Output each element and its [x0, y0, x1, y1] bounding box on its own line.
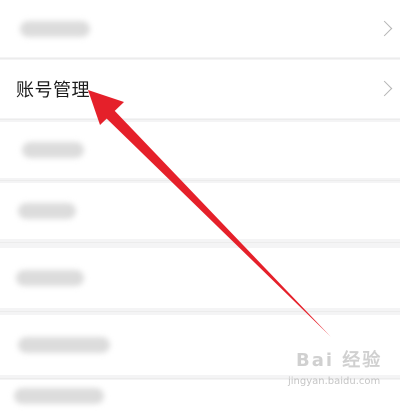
blurred-label	[20, 20, 90, 37]
watermark-brand: Bai 经验	[296, 350, 383, 371]
row-divider	[0, 119, 400, 120]
settings-row-blurred[interactable]	[0, 248, 400, 308]
watermark: Bai 经验 jingyan.baidu.com	[280, 340, 392, 396]
row-divider	[0, 180, 400, 181]
row-divider	[0, 242, 400, 243]
settings-row-blurred[interactable]	[0, 183, 400, 239]
settings-row-blurred[interactable]	[0, 122, 400, 178]
blurred-label	[16, 270, 84, 286]
settings-row-blurred[interactable]	[0, 0, 400, 57]
blurred-label	[14, 388, 104, 404]
chevron-right-icon	[376, 20, 393, 36]
blurred-label	[22, 142, 84, 158]
blurred-label	[18, 203, 76, 219]
settings-row-account-management[interactable]: 账号管理	[0, 60, 400, 118]
watermark-url: jingyan.baidu.com	[288, 376, 381, 387]
account-management-label: 账号管理	[16, 80, 90, 101]
row-divider	[0, 311, 400, 312]
row-divider	[0, 58, 400, 59]
blurred-label	[18, 337, 110, 353]
chevron-right-icon	[376, 80, 393, 97]
